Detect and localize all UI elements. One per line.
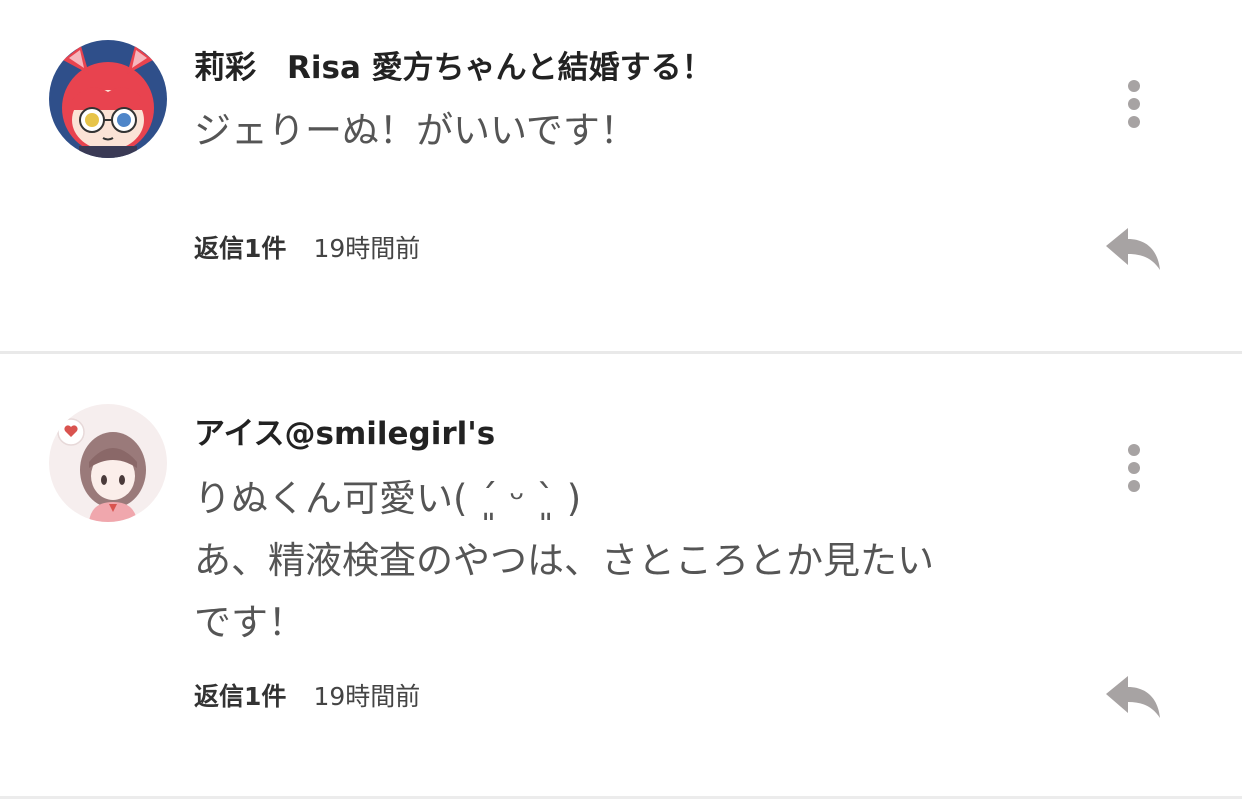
avatar-image (49, 404, 167, 522)
comment-item: 莉彩 Risa 愛方ちゃんと結婚する！ ジェりーぬ！がいいです！ 返信1件 19… (0, 0, 1242, 351)
avatar[interactable] (49, 404, 167, 522)
reply-arrow-icon (1106, 676, 1160, 718)
comment-text-line: ジェりーぬ！がいいです！ (194, 109, 637, 152)
kebab-dot (1128, 98, 1140, 110)
view-replies-link[interactable]: 返信1件 (194, 682, 286, 711)
view-replies-link[interactable]: 返信1件 (194, 234, 286, 263)
comment-text-line: りぬくん可愛い( ´͈ ᵕ `͈ ) (194, 477, 582, 520)
reply-arrow-icon (1106, 228, 1160, 270)
comment-meta: 返信1件 19時間前 (194, 232, 420, 269)
comment-text-line: です！ (194, 601, 305, 644)
kebab-dot (1128, 480, 1140, 492)
comment-text-line: あ、精液検査のやつは、さところとか見たい (194, 539, 934, 582)
kebab-dot (1128, 462, 1140, 474)
more-options-button[interactable] (1116, 74, 1152, 134)
comment-meta: 返信1件 19時間前 (194, 680, 420, 717)
comment-body: ジェりーぬ！がいいです！ (194, 100, 1074, 162)
reply-button[interactable] (1102, 224, 1164, 276)
kebab-menu-icon (1128, 80, 1140, 92)
comment-author[interactable]: アイス@smilegirl's (194, 414, 495, 454)
timestamp: 19時間前 (313, 682, 421, 711)
comment-item: アイス@smilegirl's りぬくん可愛い( ´͈ ᵕ `͈ ) あ、精液検… (0, 354, 1242, 796)
comment-feed: 莉彩 Risa 愛方ちゃんと結婚する！ ジェりーぬ！がいいです！ 返信1件 19… (0, 0, 1242, 799)
reply-button[interactable] (1102, 672, 1164, 724)
kebab-dot (1128, 116, 1140, 128)
timestamp: 19時間前 (313, 234, 421, 263)
comment-author[interactable]: 莉彩 Risa 愛方ちゃんと結婚する！ (194, 48, 713, 88)
more-options-button[interactable] (1116, 438, 1152, 498)
comment-body: りぬくん可愛い( ´͈ ᵕ `͈ ) あ、精液検査のやつは、さところとか見たい … (194, 468, 1074, 654)
kebab-menu-icon (1128, 444, 1140, 456)
avatar[interactable] (49, 40, 167, 158)
avatar-image (49, 40, 167, 158)
